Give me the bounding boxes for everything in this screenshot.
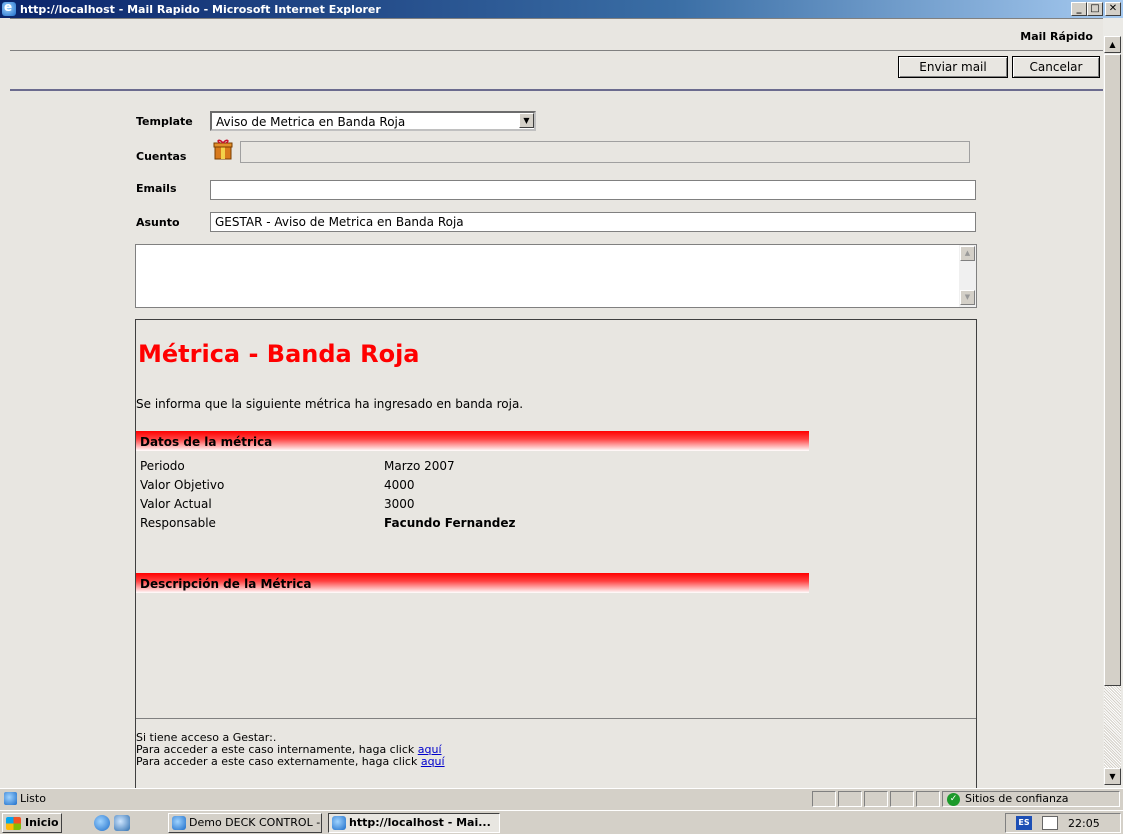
row-label: Valor Actual <box>140 497 212 511</box>
security-zone: ✓ Sitios de confianza <box>942 791 1120 807</box>
taskbar: Inicio Demo DECK CONTROL - ... http://lo… <box>0 810 1123 834</box>
toolbar-divider <box>10 89 1103 91</box>
mail-preview: Métrica - Banda Roja Se informa que la s… <box>135 319 977 788</box>
tray-app-icon[interactable] <box>1042 816 1058 830</box>
window-title: http://localhost - Mail Rapido - Microso… <box>20 2 381 16</box>
textarea-scrollbar[interactable]: ▲ ▼ <box>959 245 976 307</box>
language-indicator[interactable]: ES <box>1016 816 1032 830</box>
preview-intro: Se informa que la siguiente métrica ha i… <box>136 397 524 411</box>
body-textarea[interactable]: ▲ ▼ <box>135 244 977 308</box>
window-title-bar: http://localhost - Mail Rapido - Microso… <box>0 0 1123 18</box>
footer-line-3: Para acceder a este caso externamente, h… <box>136 755 445 768</box>
section-metric-data: Datos de la métrica <box>136 431 809 451</box>
clock: 22:05 <box>1068 817 1100 830</box>
cancel-button[interactable]: Cancelar <box>1012 56 1100 78</box>
start-button[interactable]: Inicio <box>2 813 62 833</box>
row-label: Responsable <box>140 516 216 530</box>
row-value: Facundo Fernandez <box>384 516 516 530</box>
zone-text: Sitios de confianza <box>965 792 1069 805</box>
row-value: 3000 <box>384 497 415 511</box>
page-header-title: Mail Rápido <box>1020 30 1093 43</box>
page-scrollbar[interactable]: ▲ ▼ <box>1103 18 1123 788</box>
status-text: Listo <box>20 792 46 805</box>
preview-title: Métrica - Banda Roja <box>138 340 420 368</box>
start-label: Inicio <box>25 816 59 829</box>
windows-logo-icon <box>6 817 21 830</box>
page-status-icon <box>4 792 17 805</box>
close-button[interactable]: ✕ <box>1105 2 1121 16</box>
task-label: http://localhost - Mai... <box>349 816 491 829</box>
window-controls: _ □ ✕ <box>1071 2 1121 16</box>
system-tray: ES 22:05 <box>1005 813 1121 833</box>
scroll-down-icon[interactable]: ▼ <box>1104 768 1121 785</box>
status-cell <box>916 791 940 807</box>
top-divider <box>10 18 1103 19</box>
template-select[interactable]: Aviso de Metrica en Banda Roja ▼ <box>210 111 536 131</box>
row-value: 4000 <box>384 478 415 492</box>
status-cell <box>890 791 914 807</box>
status-cell <box>838 791 862 807</box>
send-mail-button[interactable]: Enviar mail <box>898 56 1008 78</box>
scrollbar-track[interactable] <box>1104 686 1121 768</box>
ie-quicklaunch-icon[interactable] <box>94 815 110 831</box>
address-book-icon[interactable] <box>212 138 234 160</box>
scroll-down-icon[interactable]: ▼ <box>960 290 975 305</box>
row-label: Valor Objetivo <box>140 478 225 492</box>
emails-label: Emails <box>136 182 177 195</box>
task-label: Demo DECK CONTROL - ... <box>189 816 322 829</box>
maximize-button[interactable]: □ <box>1087 2 1103 16</box>
template-label: Template <box>136 115 193 128</box>
scroll-up-icon[interactable]: ▲ <box>960 246 975 261</box>
status-bar: Listo ✓ Sitios de confianza <box>0 788 1123 808</box>
template-select-value: Aviso de Metrica en Banda Roja <box>216 115 406 129</box>
check-icon: ✓ <box>947 793 960 806</box>
row-value: Marzo 2007 <box>384 459 455 473</box>
header-divider <box>10 50 1103 51</box>
footer-line-3-text: Para acceder a este caso externamente, h… <box>136 755 421 768</box>
row-label: Periodo <box>140 459 185 473</box>
chevron-down-icon[interactable]: ▼ <box>519 113 534 128</box>
minimize-button[interactable]: _ <box>1071 2 1087 16</box>
preview-footer-divider <box>136 718 976 719</box>
ie-icon <box>332 816 346 830</box>
external-link[interactable]: aquí <box>421 755 445 768</box>
page-content: Mail Rápido Enviar mail Cancelar Templat… <box>0 18 1103 788</box>
scrollbar-thumb[interactable] <box>1104 54 1121 686</box>
accounts-label: Cuentas <box>136 150 187 163</box>
section-metric-description: Descripción de la Métrica <box>136 573 809 593</box>
subject-label: Asunto <box>136 216 180 229</box>
ie-icon <box>2 0 16 16</box>
desktop-quicklaunch-icon[interactable] <box>114 815 130 831</box>
scroll-up-icon[interactable]: ▲ <box>1104 36 1121 53</box>
accounts-field[interactable] <box>240 141 970 163</box>
status-cell <box>812 791 836 807</box>
subject-field[interactable]: GESTAR - Aviso de Metrica en Banda Roja <box>210 212 976 232</box>
taskbar-item-mail-rapido[interactable]: http://localhost - Mai... <box>328 813 500 833</box>
emails-field[interactable] <box>210 180 976 200</box>
taskbar-item-deck-control[interactable]: Demo DECK CONTROL - ... <box>168 813 322 833</box>
ie-icon <box>172 816 186 830</box>
status-cell <box>864 791 888 807</box>
